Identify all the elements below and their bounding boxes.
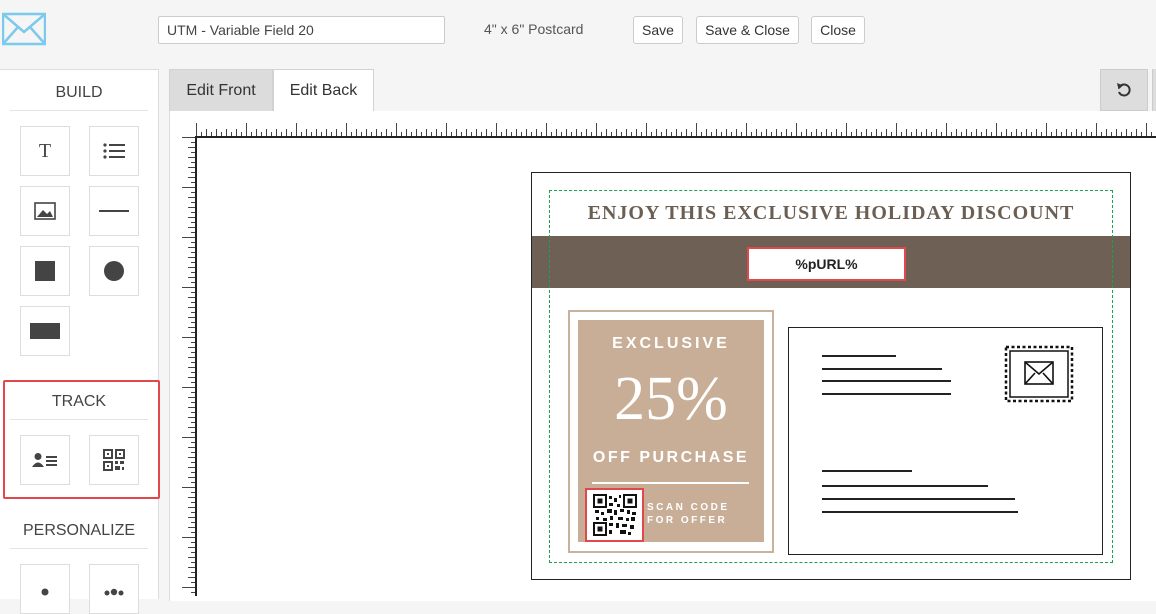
horizontal-ruler bbox=[196, 123, 1152, 137]
line-tool[interactable] bbox=[89, 186, 139, 236]
square-tool[interactable] bbox=[20, 246, 70, 296]
person-icon bbox=[41, 588, 49, 596]
square-tool-icon bbox=[35, 261, 55, 281]
text-tool-icon: T bbox=[38, 139, 52, 162]
qr-code-icon bbox=[103, 449, 125, 471]
postcard-size-label: 4" x 6" Postcard bbox=[484, 21, 584, 37]
qr-code-tool[interactable] bbox=[89, 435, 139, 485]
image-tool-icon bbox=[34, 202, 56, 220]
tab-edit-front[interactable]: Edit Front bbox=[169, 69, 273, 111]
image-tool[interactable] bbox=[20, 186, 70, 236]
group-tool[interactable] bbox=[89, 564, 139, 614]
save-close-button[interactable]: Save & Close bbox=[696, 16, 799, 44]
contact-card-tool[interactable] bbox=[20, 435, 70, 485]
tab-edit-back[interactable]: Edit Back bbox=[273, 69, 374, 111]
close-button[interactable]: Close bbox=[811, 16, 865, 44]
undo-icon bbox=[1117, 83, 1131, 97]
rectangle-tool-icon bbox=[30, 323, 60, 339]
list-tool-icon bbox=[103, 143, 125, 159]
contact-card-icon bbox=[32, 453, 57, 467]
list-tool[interactable] bbox=[89, 126, 139, 176]
ruler-edge-vertical bbox=[195, 136, 197, 596]
vertical-ruler bbox=[182, 137, 196, 593]
rectangle-tool[interactable] bbox=[20, 306, 70, 356]
person-tool[interactable] bbox=[20, 564, 70, 614]
toolbar-edge bbox=[1152, 69, 1156, 111]
personalize-section-title: PERSONALIZE bbox=[10, 522, 148, 549]
envelope-logo-icon bbox=[2, 12, 46, 46]
campaign-name-input[interactable] bbox=[158, 16, 445, 44]
group-icon bbox=[104, 588, 124, 596]
build-section-title: BUILD bbox=[10, 84, 148, 111]
track-section-title: TRACK bbox=[10, 393, 148, 420]
circle-tool[interactable] bbox=[89, 246, 139, 296]
line-tool-icon bbox=[99, 210, 129, 212]
circle-tool-icon bbox=[104, 261, 124, 281]
undo-button[interactable] bbox=[1100, 69, 1148, 111]
save-button[interactable]: Save bbox=[633, 16, 683, 44]
safe-zone-guide bbox=[549, 190, 1113, 563]
top-bar: 4" x 6" Postcard Save Save & Close Close bbox=[0, 0, 1156, 62]
text-tool[interactable]: T bbox=[20, 126, 70, 176]
ruler-edge-horizontal bbox=[196, 136, 1156, 138]
